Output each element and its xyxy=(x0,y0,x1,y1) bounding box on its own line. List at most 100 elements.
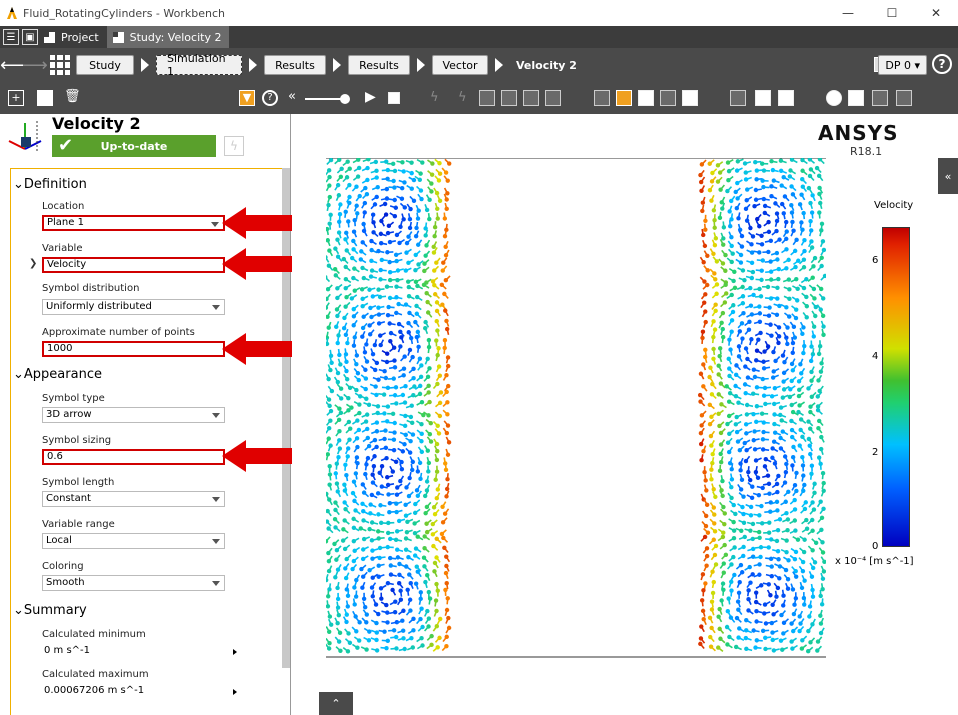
graphics-viewport[interactable]: ANSYS R18.1 « Velocity 6 4 2 0 x 10⁻⁴ [m… xyxy=(292,114,958,715)
vector-arrow-head xyxy=(804,315,809,320)
maximize-button[interactable]: ☐ xyxy=(870,0,914,26)
expand-right-icon[interactable] xyxy=(233,649,237,655)
vector-arrow-head xyxy=(343,286,348,291)
crumb-vector[interactable]: Vector xyxy=(432,55,488,75)
vector-arrow-head xyxy=(374,429,380,434)
location-select[interactable]: Plane 1 xyxy=(42,215,225,231)
view-icon-2[interactable] xyxy=(501,90,517,106)
forward-arrow-icon[interactable]: ⟶ xyxy=(22,55,48,76)
layout-icon-5[interactable] xyxy=(682,90,698,106)
section-appearance[interactable]: ⌄Appearance xyxy=(13,367,102,382)
vector-arrow-head xyxy=(394,284,399,289)
duplicate-icon[interactable] xyxy=(37,90,53,106)
expand-right-icon[interactable] xyxy=(233,689,237,695)
view-icon-1[interactable] xyxy=(479,90,495,106)
vector-arrow-head xyxy=(711,579,716,585)
crumb-simulation[interactable]: Simulation 1 xyxy=(156,52,242,78)
back-arrow-icon[interactable]: ⟵ xyxy=(0,55,26,76)
camera-icon[interactable] xyxy=(730,90,746,106)
vector-arrow-head xyxy=(360,574,366,579)
crumb-separator-icon xyxy=(417,58,425,72)
view-icon-3[interactable] xyxy=(523,90,539,106)
vector-arrow-head xyxy=(772,461,778,466)
vector-arrow-head xyxy=(400,628,406,633)
vector-arrow-head xyxy=(412,530,418,536)
vector-arrow-head xyxy=(339,166,344,171)
vector-arrow-head xyxy=(817,191,822,197)
timeline-slider-icon[interactable] xyxy=(305,94,351,104)
expand-bottom-panel-icon[interactable]: ⌃ xyxy=(319,692,353,715)
vector-arrow-head xyxy=(426,624,431,629)
variable-range-select[interactable]: Local xyxy=(42,533,225,549)
vector-arrow-head xyxy=(789,378,794,384)
update-lightning-icon[interactable]: ϟ xyxy=(430,90,446,106)
coloring-select[interactable]: Smooth xyxy=(42,575,225,591)
symbol-sizing-input[interactable]: 0.6 xyxy=(42,449,225,465)
vector-arrow-head xyxy=(707,422,713,427)
vector-arrow-head xyxy=(444,563,449,569)
section-definition[interactable]: ⌄Definition xyxy=(13,177,87,192)
update-lightning-icon[interactable]: ϟ xyxy=(224,136,244,156)
vector-arrow-head xyxy=(800,463,806,468)
view-icon-4[interactable] xyxy=(545,90,561,106)
shading-icon[interactable] xyxy=(848,90,864,106)
help-button[interactable]: ? xyxy=(932,54,952,74)
layout-icon-1[interactable] xyxy=(594,90,610,106)
play-icon[interactable]: ▶ xyxy=(365,90,381,106)
vector-arrow-head xyxy=(709,179,715,184)
vector-arrow-head xyxy=(352,266,357,271)
app-grid-icon[interactable] xyxy=(50,55,70,75)
vector-arrow-head xyxy=(338,648,343,653)
update-all-icon[interactable]: ϟ xyxy=(458,90,474,106)
vector-arrow-head xyxy=(340,538,346,543)
expand-side-panel-icon[interactable]: « xyxy=(938,158,958,194)
vector-arrow-head xyxy=(704,563,709,568)
vector-arrow-head xyxy=(729,329,734,334)
tab-project[interactable]: Project xyxy=(38,26,107,48)
minimize-button[interactable]: — xyxy=(826,0,870,26)
vector-arrow-head xyxy=(359,249,364,254)
save-icon[interactable]: ▣ xyxy=(22,29,38,45)
filter-icon[interactable]: ▼ xyxy=(239,90,255,106)
copy-image-icon[interactable] xyxy=(896,90,912,106)
vector-arrow-head xyxy=(699,624,704,629)
collapse-panel-icon[interactable]: « xyxy=(288,90,304,106)
tab-study[interactable]: Study: Velocity 2 xyxy=(106,26,230,48)
panel-scrollbar[interactable] xyxy=(282,168,290,668)
panel-help-icon[interactable]: ? xyxy=(262,90,278,106)
section-summary[interactable]: ⌄Summary xyxy=(13,603,87,618)
delete-trash-icon[interactable]: 🗑 xyxy=(64,90,81,106)
close-button[interactable]: ✕ xyxy=(914,0,958,26)
menu-icon[interactable]: ☰ xyxy=(3,29,19,45)
add-icon[interactable]: + xyxy=(8,90,24,106)
vector-arrow-head xyxy=(444,430,450,436)
light-icon[interactable] xyxy=(826,90,842,106)
symbol-length-select[interactable]: Constant xyxy=(42,491,225,507)
probe-icon[interactable] xyxy=(872,90,888,106)
crumb-results-2[interactable]: Results xyxy=(348,55,410,75)
vector-arrow-head xyxy=(408,608,413,613)
vector-arrow-head xyxy=(428,421,433,426)
chevron-right-icon[interactable]: ❯ xyxy=(29,258,37,269)
layout-icon-2[interactable] xyxy=(616,90,632,106)
fit-view-icon[interactable] xyxy=(778,90,794,106)
design-point-dropdown[interactable]: DP 0 ▾ xyxy=(878,55,927,75)
variable-select[interactable]: Velocity xyxy=(42,257,225,273)
symbol-type-select[interactable]: 3D arrow xyxy=(42,407,225,423)
vector-arrow-head xyxy=(710,381,715,387)
vector-arrow-head xyxy=(371,220,376,225)
vector-arrow-head xyxy=(382,629,387,634)
stop-icon[interactable] xyxy=(388,92,400,104)
symbol-distribution-select[interactable]: Uniformly distributed xyxy=(42,299,225,315)
layout-icon-4[interactable] xyxy=(660,90,676,106)
layout-icon-3[interactable] xyxy=(638,90,654,106)
vector-arrow-head xyxy=(800,168,805,173)
vector-arrow-head xyxy=(809,471,814,477)
crumb-study[interactable]: Study xyxy=(76,55,134,75)
vector-arrow-head xyxy=(791,228,796,233)
fit-grid-icon[interactable] xyxy=(755,90,771,106)
approx-points-input[interactable]: 1000 xyxy=(42,341,225,357)
crumb-separator-icon xyxy=(495,58,503,72)
crumb-results-1[interactable]: Results xyxy=(264,55,326,75)
variable-label: Variable xyxy=(42,243,83,254)
